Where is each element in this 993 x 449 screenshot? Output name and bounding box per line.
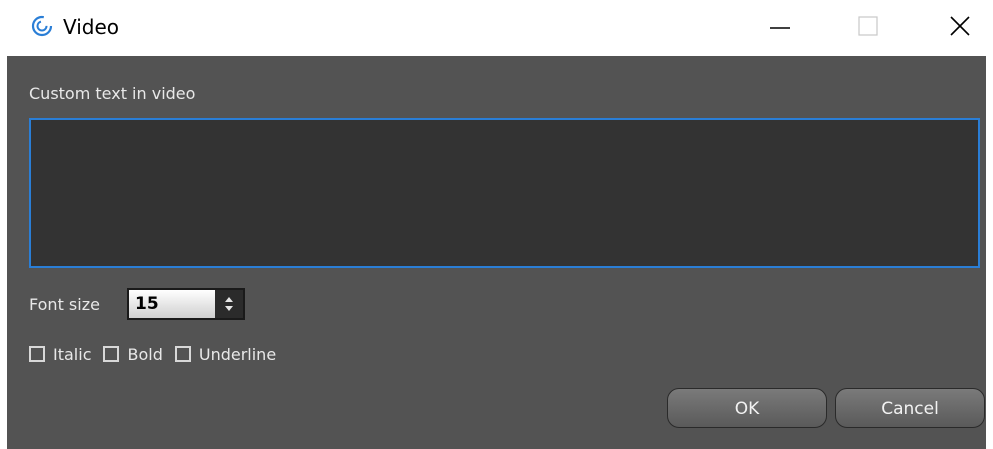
- custom-text-label: Custom text in video: [29, 84, 196, 103]
- app-logo-icon: [30, 14, 54, 38]
- maximize-button[interactable]: [838, 0, 898, 56]
- bold-checkbox[interactable]: [103, 346, 120, 362]
- cancel-button[interactable]: Cancel: [835, 388, 985, 428]
- italic-checkbox[interactable]: [29, 346, 45, 362]
- up-down-arrows-icon: [225, 297, 233, 311]
- close-button[interactable]: [930, 0, 990, 56]
- spin-buttons[interactable]: [215, 290, 243, 318]
- underline-label[interactable]: Underline: [199, 345, 276, 364]
- title-bar: Video: [0, 0, 993, 56]
- font-size-label: Font size: [29, 295, 100, 314]
- bold-label[interactable]: Bold: [127, 345, 162, 364]
- custom-text-input[interactable]: [29, 118, 980, 268]
- style-checkbox-row: Italic Bold Underline: [29, 343, 288, 365]
- minimize-button[interactable]: [750, 0, 810, 56]
- font-size-value[interactable]: 15: [135, 294, 159, 314]
- window-title: Video: [63, 15, 120, 39]
- maximize-icon: [858, 16, 878, 36]
- close-icon: [950, 16, 970, 36]
- ok-button[interactable]: OK: [667, 388, 827, 428]
- italic-label[interactable]: Italic: [53, 345, 91, 364]
- font-size-spinbox[interactable]: 15: [127, 288, 245, 320]
- underline-checkbox[interactable]: [174, 346, 191, 362]
- minimize-icon: [770, 27, 790, 29]
- dialog-body: Custom text in video Font size 15 Italic…: [7, 56, 986, 449]
